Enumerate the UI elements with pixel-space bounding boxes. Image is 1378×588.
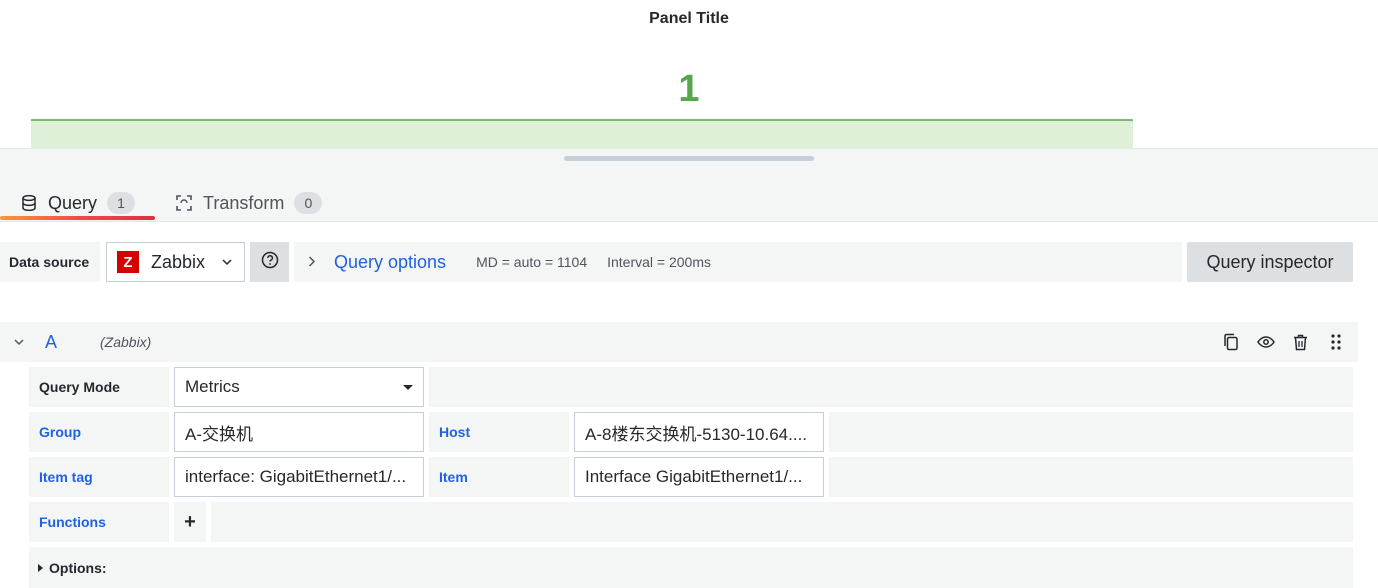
panel-title[interactable]: Panel Title bbox=[0, 10, 1378, 28]
drag-handle-icon[interactable] bbox=[1325, 332, 1346, 353]
query-mode-label: Query Mode bbox=[29, 367, 169, 407]
group-label: Group bbox=[29, 412, 169, 452]
options-toggle[interactable]: Options: bbox=[29, 547, 1353, 588]
query-row-header: A (Zabbix) bbox=[0, 322, 1358, 362]
query-actions bbox=[1220, 332, 1358, 353]
sparkline-line bbox=[31, 119, 1133, 121]
tab-transform[interactable]: Transform 0 bbox=[175, 185, 323, 221]
datasource-picker[interactable]: Z Zabbix bbox=[106, 242, 245, 282]
caret-down-icon bbox=[403, 384, 413, 390]
tabs-bar: Query 1 Transform 0 bbox=[0, 149, 1378, 222]
host-input[interactable]: A-8楼东交换机-5130-10.64.... bbox=[574, 412, 824, 452]
transform-icon bbox=[175, 194, 193, 212]
query-mode-value: Metrics bbox=[185, 377, 240, 396]
group-value: A-交换机 bbox=[185, 424, 253, 444]
database-icon bbox=[20, 194, 38, 212]
caret-right-icon bbox=[38, 563, 43, 572]
panel-preview: Panel Title 1 bbox=[0, 0, 1378, 149]
host-value: A-8楼东交换机-5130-10.64.... bbox=[585, 424, 808, 444]
tab-transform-count: 0 bbox=[294, 192, 323, 214]
query-options-label: Query options bbox=[334, 251, 447, 272]
active-tab-indicator bbox=[0, 216, 155, 220]
row-filler bbox=[211, 502, 1353, 542]
query-editor: Query 1 Transform 0 Data source Z Zabbix bbox=[0, 149, 1378, 588]
host-label: Host bbox=[429, 412, 569, 452]
query-mode-select[interactable]: Metrics bbox=[174, 367, 424, 407]
duplicate-icon[interactable] bbox=[1220, 332, 1241, 353]
trash-icon[interactable] bbox=[1290, 332, 1311, 353]
query-datasource-name: (Zabbix) bbox=[100, 334, 152, 350]
options-label: Options: bbox=[49, 559, 107, 576]
tab-query-label: Query bbox=[48, 192, 98, 213]
tab-query-count: 1 bbox=[107, 192, 136, 214]
datasource-row: Data source Z Zabbix Query options MD = … bbox=[0, 242, 1378, 282]
item-input[interactable]: Interface GigabitEthernet1/... bbox=[574, 457, 824, 497]
eye-icon[interactable] bbox=[1255, 332, 1276, 353]
item-tag-label: Item tag bbox=[29, 457, 169, 497]
query-mode-row: Query Mode Metrics bbox=[29, 367, 1353, 407]
collapse-chevron-icon[interactable] bbox=[0, 335, 38, 349]
datasource-help-button[interactable] bbox=[250, 242, 289, 282]
stat-value: 1 bbox=[678, 68, 700, 110]
query-inspector-button[interactable]: Query inspector bbox=[1187, 242, 1353, 282]
row-filler bbox=[429, 367, 1353, 407]
resize-handle[interactable] bbox=[564, 156, 814, 161]
query-options-toggle[interactable]: Query options MD = auto = 1104 Interval … bbox=[294, 242, 1182, 282]
row-filler bbox=[829, 457, 1353, 497]
zabbix-logo-icon: Z bbox=[117, 251, 139, 273]
functions-row: Functions + bbox=[29, 502, 1353, 542]
item-label: Item bbox=[429, 457, 569, 497]
functions-label: Functions bbox=[29, 502, 169, 542]
row-filler bbox=[829, 412, 1353, 452]
item-value: Interface GigabitEthernet1/... bbox=[585, 467, 803, 486]
tab-transform-label: Transform bbox=[203, 192, 285, 213]
group-host-row: Group A-交换机 Host A-8楼东交换机-5130-10.64.... bbox=[29, 412, 1353, 452]
sparkline bbox=[31, 119, 1133, 149]
max-data-points: MD = auto = 1104 bbox=[476, 254, 588, 270]
group-input[interactable]: A-交换机 bbox=[174, 412, 424, 452]
datasource-label: Data source bbox=[0, 242, 100, 282]
interval-text: Interval = 200ms bbox=[607, 254, 711, 270]
chevron-down-icon bbox=[222, 255, 232, 269]
chevron-right-icon bbox=[308, 254, 334, 270]
question-circle-icon bbox=[261, 251, 279, 274]
item-row: Item tag interface: GigabitEthernet1/...… bbox=[29, 457, 1353, 497]
item-tag-input[interactable]: interface: GigabitEthernet1/... bbox=[174, 457, 424, 497]
datasource-selected: Zabbix bbox=[151, 251, 206, 272]
add-function-button[interactable]: + bbox=[174, 502, 206, 542]
item-tag-value: interface: GigabitEthernet1/... bbox=[185, 467, 407, 486]
query-ref-id[interactable]: A bbox=[38, 332, 100, 353]
